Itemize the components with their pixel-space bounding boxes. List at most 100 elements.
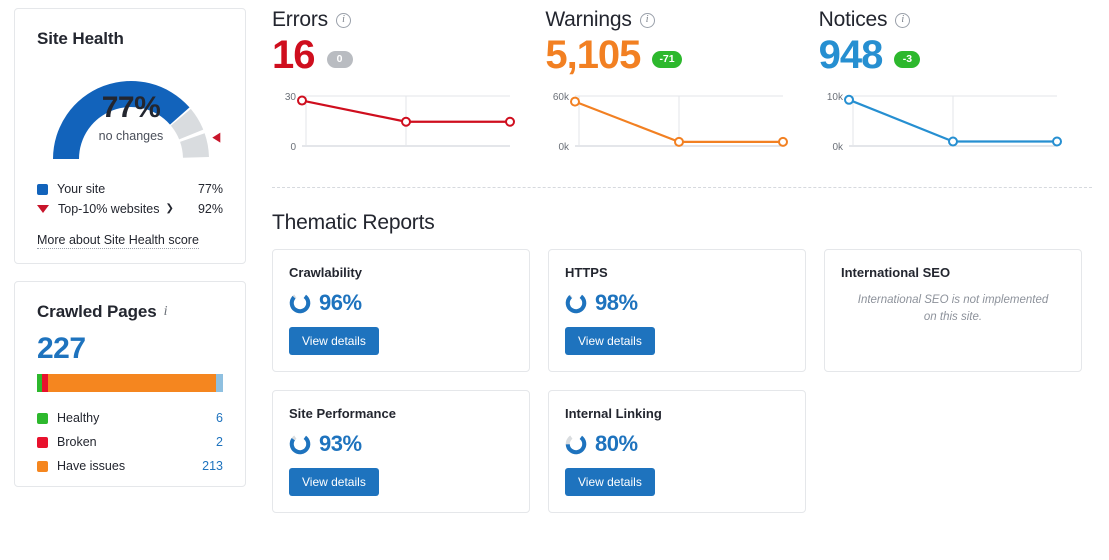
legend-value-your-site: 77% xyxy=(197,182,223,196)
y-tick-label: 0k xyxy=(559,142,571,153)
legend-row-top-10-websites[interactable]: Top-10% websites ❯ 92% xyxy=(37,199,223,219)
crawled-pages-row-label: Healthy xyxy=(57,411,100,425)
thematic-card-score: 96% xyxy=(319,290,362,315)
crawled-pages-row[interactable]: Have issues 213 xyxy=(37,454,223,478)
sparkline-chart-warnings: 60k 0k xyxy=(553,92,789,153)
color-swatch xyxy=(37,436,48,448)
y-tick-label: 0 xyxy=(290,142,296,153)
metric-value: 16 xyxy=(272,33,315,77)
data-point[interactable] xyxy=(674,136,685,147)
donut-progress-icon xyxy=(565,292,587,314)
data-point[interactable] xyxy=(947,136,958,147)
color-swatch xyxy=(37,412,48,424)
metric-card-warnings: Warnings i 5,105 -71 60k 0k xyxy=(545,8,818,169)
data-point[interactable] xyxy=(505,116,515,127)
site-health-title: Site Health xyxy=(37,29,124,48)
metric-value: 5,105 xyxy=(545,33,641,77)
site-health-gauge: 77% no changes xyxy=(37,59,225,171)
thematic-reports-grid: Crawlability 96% View details HTTPS 98% V… xyxy=(272,249,1092,513)
thematic-card-score-row: 80% xyxy=(565,431,789,457)
info-icon[interactable]: i xyxy=(895,12,911,28)
info-icon[interactable]: i xyxy=(164,304,168,320)
metric-chart: 60k 0k xyxy=(545,84,818,169)
y-tick-label: 30 xyxy=(285,92,297,103)
crawled-pages-row-value: 2 xyxy=(216,435,223,449)
main-content: Errors i 16 0 30 0 Warnings i 5,105 -71 6… xyxy=(272,8,1092,513)
triangle-down-icon xyxy=(37,205,49,213)
metric-chart: 30 0 xyxy=(272,84,545,169)
thematic-card-title: Site Performance xyxy=(289,406,396,421)
view-details-button[interactable]: View details xyxy=(565,327,655,355)
thematic-card-title: Internal Linking xyxy=(565,406,662,421)
crawled-pages-row-label: Have issues xyxy=(57,459,126,473)
metric-name: Warnings xyxy=(545,8,632,31)
legend-label-your-site: Your site xyxy=(57,182,106,196)
thematic-card-score: 98% xyxy=(595,290,638,315)
legend-row-your-site: Your site 77% xyxy=(37,179,223,199)
donut-progress-icon xyxy=(565,433,587,455)
metric-delta-badge: -3 xyxy=(894,50,921,68)
thematic-card-title: International SEO xyxy=(841,265,951,280)
site-audit-overview-page: Site Health 77% no changes Your site 77% xyxy=(0,0,1109,560)
chevron-down-icon[interactable]: ❯ xyxy=(165,204,173,214)
metric-header: Notices i xyxy=(819,8,1092,32)
thematic-card-score-row: 93% xyxy=(289,431,513,457)
stack-segment-blocked xyxy=(215,374,223,392)
info-icon[interactable]: i xyxy=(335,12,351,28)
thematic-card-crawlability: Crawlability 96% View details xyxy=(272,249,530,372)
thematic-card-score: 80% xyxy=(595,431,638,456)
legend-value-top-10-websites: 92% xyxy=(197,202,223,216)
data-point[interactable] xyxy=(297,95,307,106)
y-tick-label: 10k xyxy=(827,92,844,103)
crawled-pages-row[interactable]: Healthy 6 xyxy=(37,406,223,430)
metric-value-row: 5,105 -71 xyxy=(545,34,818,76)
left-sidebar-column: Site Health 77% no changes Your site 77% xyxy=(14,8,246,487)
metric-name: Notices xyxy=(818,8,888,31)
site-health-card: Site Health 77% no changes Your site 77% xyxy=(14,8,246,264)
y-tick-label: 60k xyxy=(553,92,570,103)
view-details-button[interactable]: View details xyxy=(565,468,655,496)
legend-label-top-10-websites: Top-10% websites xyxy=(58,202,160,216)
crawled-pages-total: 227 xyxy=(37,332,86,365)
thematic-card-internal-linking: Internal Linking 80% View details xyxy=(548,390,806,513)
donut-progress-icon xyxy=(289,292,311,314)
crawled-pages-row-value: 213 xyxy=(202,459,223,473)
thematic-card-score-row: 96% xyxy=(289,290,513,316)
metric-value-row: 948 -3 xyxy=(819,34,1092,76)
view-details-button[interactable]: View details xyxy=(289,327,379,355)
crawled-pages-header: Crawled Pages i xyxy=(37,302,223,322)
section-divider xyxy=(272,187,1092,188)
metric-value-row: 16 0 xyxy=(272,34,545,76)
info-icon[interactable]: i xyxy=(639,12,655,28)
metric-name: Errors xyxy=(272,8,328,31)
data-point[interactable] xyxy=(570,96,581,107)
more-about-site-health-link[interactable]: More about Site Health score xyxy=(37,233,199,249)
stack-segment-have-issues xyxy=(48,374,216,392)
color-swatch xyxy=(37,460,48,472)
metric-chart: 10k 0k xyxy=(819,84,1092,169)
thematic-reports-title: Thematic Reports xyxy=(272,211,435,234)
crawled-pages-row-value: 6 xyxy=(216,411,223,425)
crawled-pages-row[interactable]: Broken 2 xyxy=(37,430,223,454)
data-point[interactable] xyxy=(401,116,411,127)
thematic-card-score-row: 98% xyxy=(565,290,789,316)
data-point[interactable] xyxy=(778,136,789,147)
donut-progress-icon xyxy=(289,433,311,455)
crawled-pages-legend: Healthy 6 Broken 2 Have issues 213 xyxy=(37,406,223,478)
data-point[interactable] xyxy=(1051,136,1062,147)
metric-card-notices: Notices i 948 -3 10k 0k xyxy=(819,8,1092,169)
thematic-card-empty-message: International SEO is not implemented on … xyxy=(857,294,1049,324)
metric-header: Warnings i xyxy=(545,8,818,32)
metric-card-errors: Errors i 16 0 30 0 xyxy=(272,8,545,169)
crawled-pages-title: Crawled Pages xyxy=(37,302,157,321)
view-details-button[interactable]: View details xyxy=(289,468,379,496)
crawled-pages-row-label: Broken xyxy=(57,435,97,449)
metrics-row: Errors i 16 0 30 0 Warnings i 5,105 -71 6… xyxy=(272,8,1092,169)
your-site-color-swatch xyxy=(37,183,48,195)
crawled-pages-stacked-bar xyxy=(37,374,223,392)
thematic-card-title: Crawlability xyxy=(289,265,362,280)
metric-header: Errors i xyxy=(272,8,545,32)
data-point[interactable] xyxy=(843,94,854,105)
sparkline-chart-notices: 10k 0k xyxy=(827,92,1062,153)
site-health-legend: Your site 77% Top-10% websites ❯ 92% xyxy=(37,179,223,219)
